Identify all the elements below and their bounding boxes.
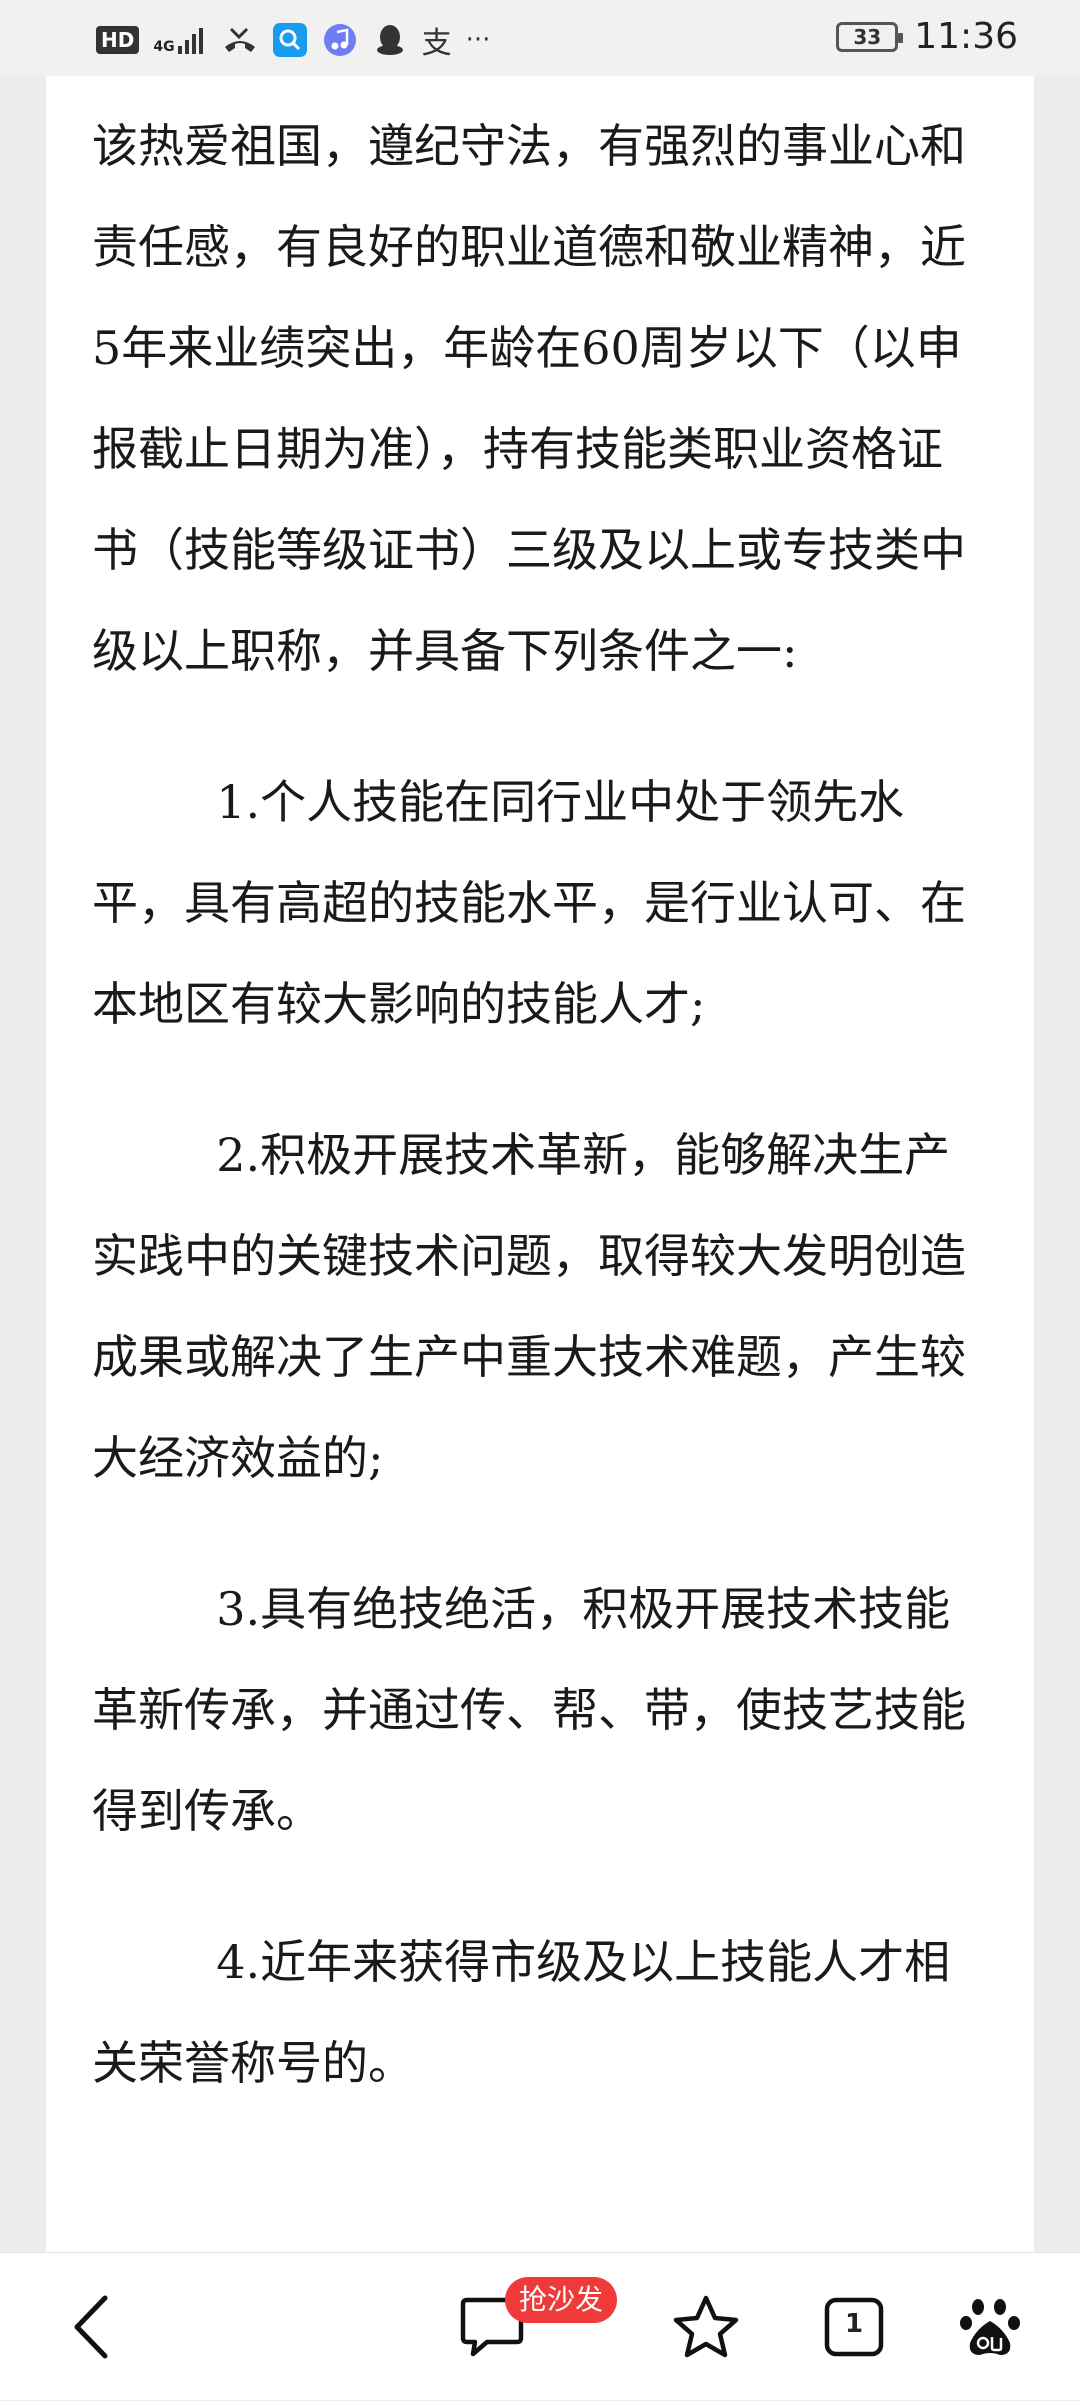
article-item-3: 3.具有绝技绝活，积极开展技术技能革新传承，并通过传、帮、带，使技艺技能得到传承…: [92, 1582, 966, 1838]
status-icons-right: 33 11:36: [836, 16, 1018, 57]
comment-button[interactable]: [432, 2253, 552, 2401]
article-content: 该热爱祖国，遵纪守法，有强烈的事业心和责任感，有良好的职业道德和敬业精神，近5年…: [92, 96, 988, 2114]
signal-icon: 4G: [153, 26, 207, 54]
status-icons-left: HD 4G 支 ···: [96, 18, 490, 62]
qq-penguin-icon: [372, 22, 408, 58]
hd-indicator: HD: [96, 26, 140, 54]
clock: 11:36: [914, 16, 1018, 57]
baidu-home-button[interactable]: [930, 2253, 1050, 2401]
back-button[interactable]: [32, 2253, 152, 2401]
favorite-button[interactable]: [646, 2253, 766, 2401]
tabs-icon: 1: [824, 2297, 884, 2357]
battery-level: 33: [853, 24, 882, 49]
search-app-icon: [272, 22, 308, 58]
bottom-toolbar: 抢沙发 1: [0, 2252, 1080, 2400]
status-bar: HD 4G 支 ··· 33 11:36: [0, 0, 1080, 76]
article-item-4: 4.近年来获得市级及以上技能人才相关荣誉称号的。: [92, 1935, 951, 2090]
tabs-button[interactable]: 1: [794, 2253, 914, 2401]
comment-badge[interactable]: 抢沙发: [505, 2277, 618, 2323]
baidu-paw-icon: [960, 2299, 1020, 2355]
battery-icon: 33: [836, 21, 904, 52]
tab-count: 1: [844, 2309, 864, 2339]
network-type: 4G: [153, 39, 175, 55]
missed-call-icon: [222, 22, 258, 58]
back-icon: [74, 2295, 108, 2359]
music-app-icon: [322, 22, 358, 58]
alipay-icon: 支: [421, 26, 452, 61]
article-page[interactable]: 该热爱祖国，遵纪守法，有强烈的事业心和责任感，有良好的职业道德和敬业精神，近5年…: [46, 76, 1034, 2252]
article-item-1: 1.个人技能在同行业中处于领先水平，具有高超的技能水平，是行业认可、在本地区有较…: [92, 775, 966, 1031]
article-intro-paragraph: 该热爱祖国，遵纪守法，有强烈的事业心和责任感，有良好的职业道德和敬业精神，近5年…: [92, 119, 966, 678]
article-item-2: 2.积极开展技术革新，能够解决生产实践中的关键技术问题，取得较大发明创造成果或解…: [92, 1128, 966, 1485]
star-icon: [673, 2295, 739, 2358]
more-notifications-icon: ···: [465, 25, 491, 55]
